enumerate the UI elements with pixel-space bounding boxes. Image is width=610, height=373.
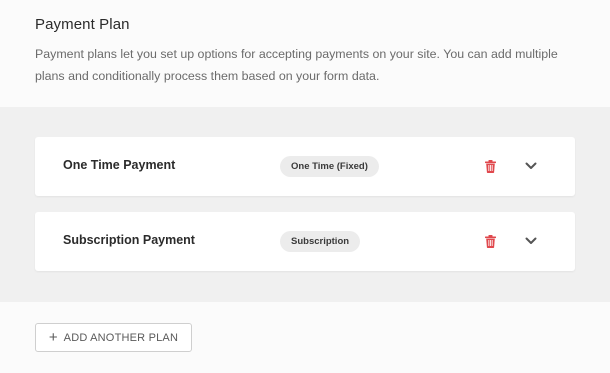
trash-icon <box>484 234 496 248</box>
page-title: Payment Plan <box>35 16 130 33</box>
payment-plan-header: Payment Plan Payment plans let you set u… <box>0 0 610 107</box>
plus-icon: + <box>48 329 58 346</box>
expand-plan-button[interactable] <box>523 233 539 249</box>
plan-card-subscription[interactable]: Subscription Payment Subscription <box>35 212 575 271</box>
trash-icon <box>484 159 496 173</box>
chevron-down-icon <box>525 162 537 169</box>
add-plan-label: ADD ANOTHER PLAN <box>63 331 179 344</box>
payment-plan-page: Payment Plan Payment plans let you set u… <box>0 0 610 373</box>
add-another-plan-button[interactable]: + ADD ANOTHER PLAN <box>35 323 192 352</box>
delete-plan-button[interactable] <box>483 158 497 174</box>
delete-plan-button[interactable] <box>483 233 497 249</box>
plan-name: Subscription Payment <box>63 233 195 247</box>
expand-plan-button[interactable] <box>523 158 539 174</box>
plan-type-badge: One Time (Fixed) <box>280 156 379 177</box>
plan-type-badge: Subscription <box>280 231 361 252</box>
chevron-down-icon <box>525 237 537 244</box>
plan-name: One Time Payment <box>63 158 176 172</box>
page-description: Payment plans let you set up options for… <box>35 47 558 83</box>
plans-list: One Time Payment One Time (Fixed) Subscr… <box>0 107 610 302</box>
plan-card-one-time[interactable]: One Time Payment One Time (Fixed) <box>35 137 575 196</box>
